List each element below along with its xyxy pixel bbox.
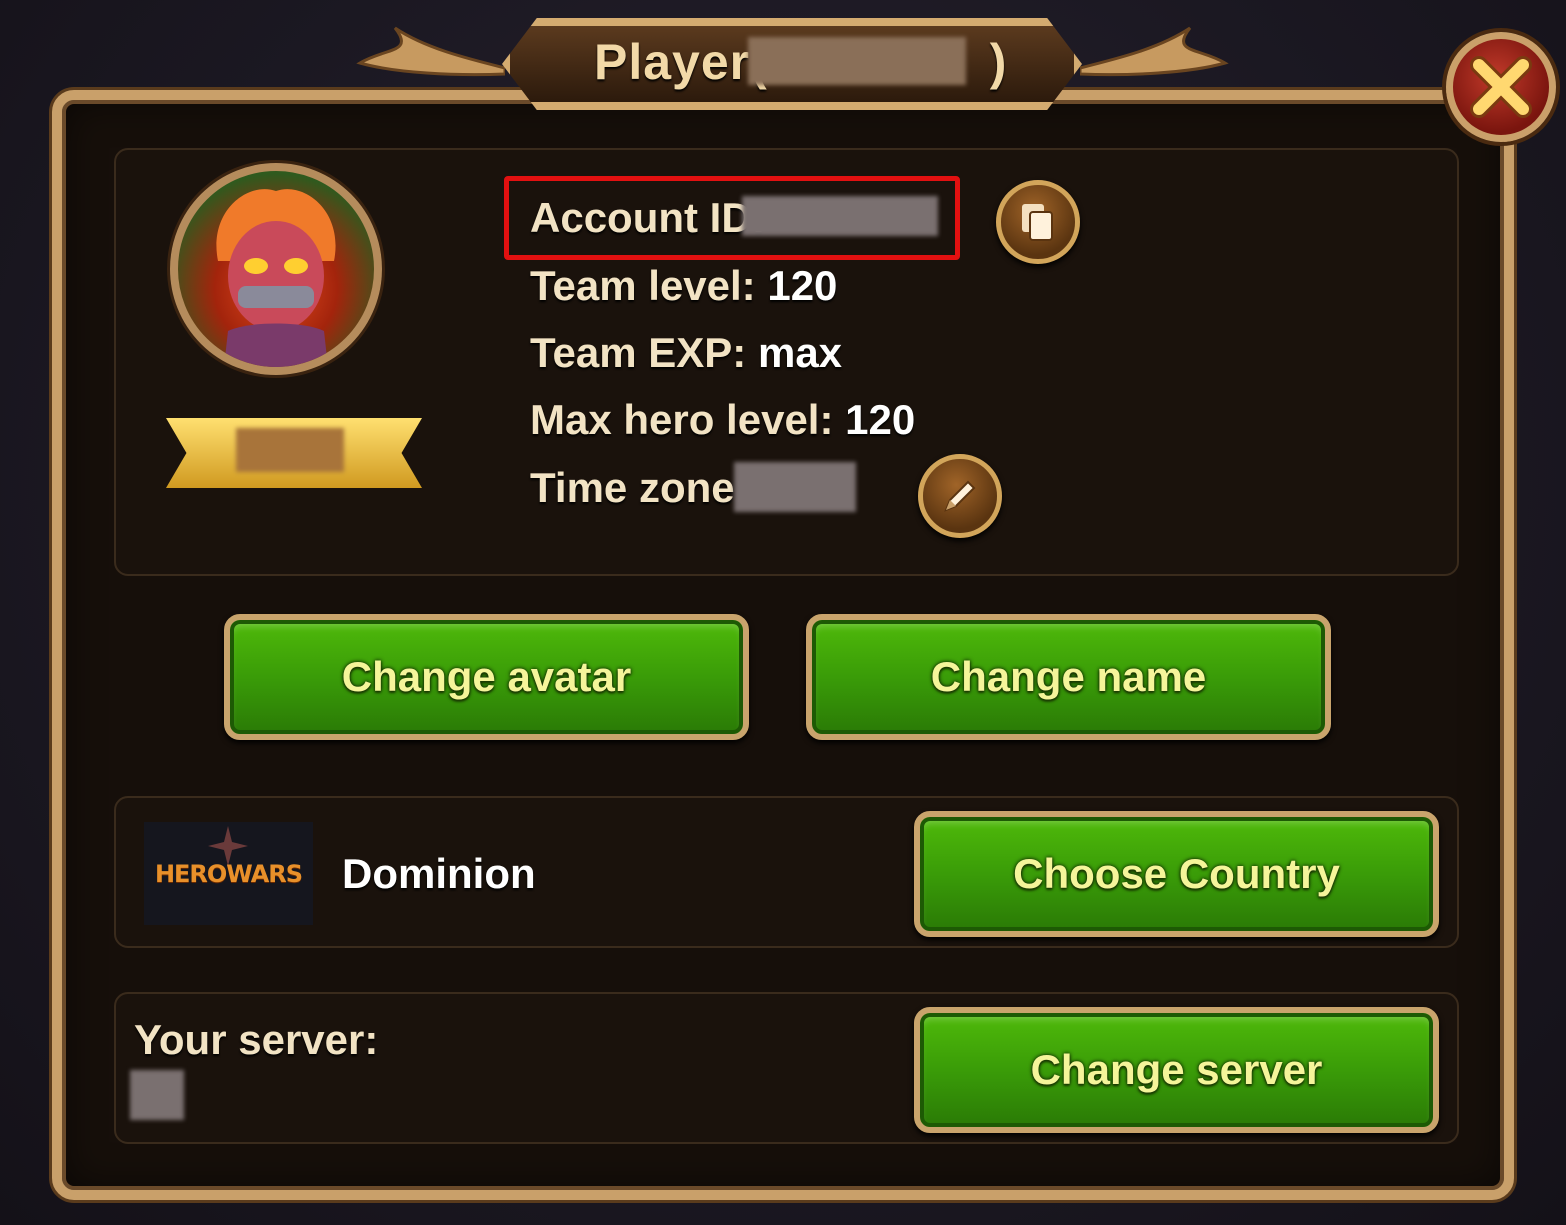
close-button[interactable] (1446, 32, 1556, 142)
player-name-redacted (748, 37, 966, 85)
choose-country-button[interactable]: Choose Country (914, 811, 1439, 937)
team-level-value: 120 (767, 262, 838, 309)
right-wing-decoration (1080, 26, 1229, 77)
change-server-label: Change server (1030, 1046, 1323, 1093)
account-id-label: Account ID: (530, 194, 766, 241)
time-zone-label: Time zone: (530, 464, 749, 511)
player-avatar (170, 163, 382, 375)
guild-name: Dominion (342, 850, 536, 897)
guild-logo-text: HEROWARS (154, 859, 303, 888)
pencil-icon (944, 480, 976, 512)
change-name-label: Change name (930, 653, 1207, 700)
copy-icon (1022, 204, 1053, 241)
badge-text-redacted (236, 428, 344, 472)
copy-account-id-button[interactable] (996, 180, 1080, 264)
time-zone-redacted (734, 462, 856, 512)
max-hero-level-value: 120 (845, 396, 916, 443)
account-id-row: Account ID: (530, 188, 766, 248)
change-avatar-label: Change avatar (341, 653, 632, 700)
max-hero-level-row: Max hero level: 120 (530, 390, 915, 450)
guild-logo: HEROWARS (144, 822, 313, 925)
max-hero-level-label: Max hero level: (530, 396, 834, 443)
team-exp-row: Team EXP: max (530, 323, 842, 383)
avatar-portrait-icon (216, 189, 336, 367)
change-avatar-button[interactable]: Change avatar (224, 614, 749, 740)
server-value-redacted (130, 1070, 184, 1120)
change-name-button[interactable]: Change name (806, 614, 1331, 740)
team-exp-value: max (757, 329, 843, 376)
edit-time-zone-button[interactable] (918, 454, 1002, 538)
title-suffix: ) (989, 34, 1008, 90)
close-x-icon (1470, 56, 1532, 118)
left-wing-decoration (356, 26, 505, 77)
server-label: Your server: (134, 1016, 379, 1063)
team-level-row: Team level: 120 (530, 256, 837, 316)
account-id-redacted (742, 196, 938, 236)
time-zone-row: Time zone: (530, 458, 749, 518)
choose-country-label: Choose Country (1013, 850, 1340, 897)
team-exp-label: Team EXP: (530, 329, 747, 376)
title-prefix: Player( (594, 34, 768, 90)
team-level-label: Team level: (530, 262, 756, 309)
change-server-button[interactable]: Change server (914, 1007, 1439, 1133)
